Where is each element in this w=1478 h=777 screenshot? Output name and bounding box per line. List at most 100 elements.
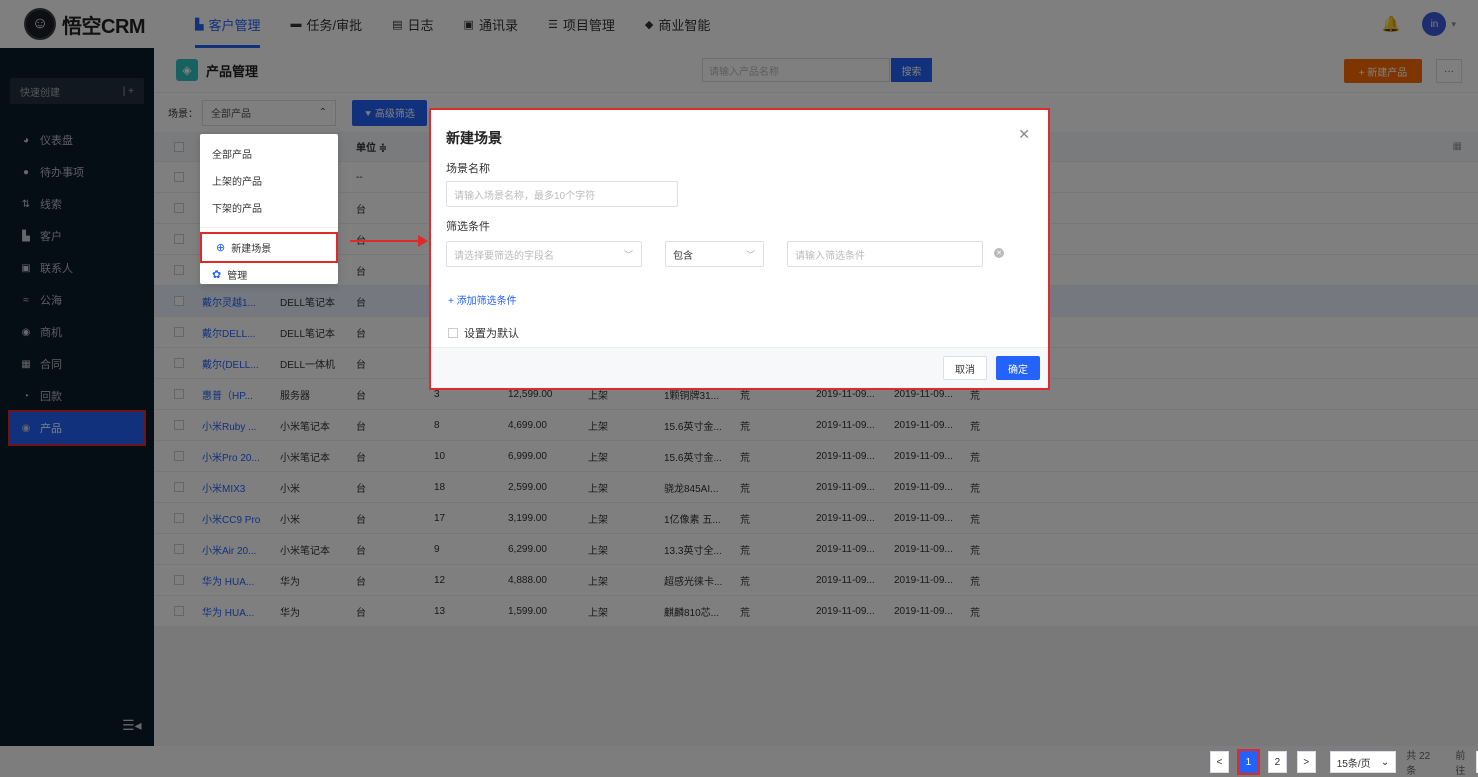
operator-select[interactable]: 包含 ﹀ [665, 241, 764, 267]
select-all-checkbox[interactable] [174, 141, 184, 152]
nav-address-book[interactable]: ▣ 通讯录 [449, 0, 533, 48]
project-icon: ☰ [547, 18, 558, 31]
set-default-row[interactable]: 设置为默认 [448, 325, 519, 341]
chevron-down-icon[interactable]: ▾ [1451, 19, 1456, 30]
condition-value-input[interactable]: 请输入筛选条件 [787, 241, 983, 267]
cell-name[interactable]: 小米Air 20... [202, 542, 280, 557]
search-button[interactable]: 搜索 [891, 58, 932, 82]
row-checkbox[interactable] [174, 482, 184, 492]
row-checkbox[interactable] [174, 389, 184, 399]
nav-project-management[interactable]: ☰ 项目管理 [533, 0, 630, 48]
cell-owner: 荒 [740, 545, 750, 557]
scene-select[interactable]: 全部产品 ⌃ [202, 99, 336, 126]
column-settings-icon[interactable]: ▦ [1453, 141, 1462, 152]
row-checkbox[interactable] [174, 575, 184, 585]
scene-option-off-shelf[interactable]: 下架的产品 [200, 194, 338, 221]
next-page-button[interactable]: > [1296, 751, 1316, 773]
new-product-button[interactable]: + 新建产品 [1344, 59, 1422, 83]
advanced-filter-button[interactable]: ⯆ 高级筛选 [352, 99, 427, 126]
search-input[interactable]: 请输入产品名称 [702, 58, 890, 82]
user-area: 🔔 in ▾ [1382, 12, 1456, 36]
cell-cr: 荒 [970, 421, 980, 433]
table-row[interactable]: 小米Ruby ... 小米笔记本 台 8 4,699.00 上架 15.6英寸金... 荒 20… [154, 410, 1478, 441]
cell-name[interactable]: 小米CC9 Pro [202, 511, 280, 526]
table-row[interactable]: 小米Pro 20... 小米笔记本 台 10 6,999.00 上架 15.6英寸金... 荒… [154, 441, 1478, 472]
page-2[interactable]: 2 [1267, 751, 1287, 773]
cell-name[interactable]: 小米MIX3 [202, 480, 280, 495]
row-checkbox[interactable] [174, 296, 184, 306]
column-header-unit[interactable]: 单位 ≑ [356, 139, 434, 154]
table-row[interactable]: 华为 HUA... 华为 台 13 1,599.00 上架 麒麟810芯... 荒 2019-1… [154, 596, 1478, 627]
table-row[interactable]: 小米Air 20... 小米笔记本 台 9 6,299.00 上架 13.3英寸全... 荒 2… [154, 534, 1478, 565]
scene-option-all[interactable]: 全部产品 [200, 140, 338, 167]
cell-name[interactable]: 惠普（HP... [202, 387, 280, 402]
row-checkbox[interactable] [174, 606, 184, 616]
row-checkbox[interactable] [174, 358, 184, 368]
table-row[interactable]: 华为 HUA... 华为 台 12 4,888.00 上架 超感光徕卡... 荒 2019-11… [154, 565, 1478, 596]
table-row[interactable]: 小米CC9 Pro 小米 台 17 3,199.00 上架 1亿像素 五... 荒 2019-1… [154, 503, 1478, 534]
cell-name[interactable]: 戴尔灵越1... [202, 294, 280, 309]
cell-name[interactable]: 戴尔DELL... [202, 325, 280, 340]
quick-create-button[interactable]: 快速创建 | + [10, 78, 144, 104]
cell-price: 4,888.00 [508, 574, 547, 586]
sidebar-item-public-pool[interactable]: ≈ 公海 [0, 284, 154, 316]
cell-type: 小米 [280, 483, 300, 495]
manage-scene-option[interactable]: ✿ 管理 [200, 261, 338, 288]
nav-log[interactable]: ▤ 日志 [377, 0, 448, 48]
table-row[interactable]: 小米MIX3 小米 台 18 2,599.00 上架 骁龙845AI... 荒 2019-11-… [154, 472, 1478, 503]
bell-icon[interactable]: 🔔 [1382, 15, 1401, 33]
nav-customer-management[interactable]: ▙ 客户管理 [180, 0, 275, 48]
row-checkbox[interactable] [174, 203, 184, 213]
cell-name[interactable]: 戴尔(DELL... [202, 356, 280, 371]
cell-name[interactable]: 华为 HUA... [202, 604, 280, 619]
new-scene-option[interactable]: ⊕ 新建场景 [200, 232, 338, 263]
app-logo[interactable]: ☺ 悟空CRM [24, 8, 164, 40]
cell-name[interactable]: 华为 HUA... [202, 573, 280, 588]
row-checkbox[interactable] [174, 451, 184, 461]
sidebar-item-label: 客户 [40, 231, 62, 243]
avatar[interactable]: in [1422, 12, 1447, 36]
add-condition-link[interactable]: + 添加筛选条件 [448, 292, 517, 307]
sidebar-item-products[interactable]: ◉ 产品 [8, 410, 146, 446]
sidebar-item-leads[interactable]: ⇅ 线索 [0, 188, 154, 220]
page-size-select[interactable]: 15条/页 ⌄ [1329, 751, 1397, 773]
row-checkbox[interactable] [174, 172, 184, 182]
cell-name[interactable]: 小米Ruby ... [202, 418, 280, 433]
cell-name[interactable]: 小米Pro 20... [202, 449, 280, 464]
cell-status: 上架 [588, 607, 608, 619]
collapse-sidebar-icon[interactable]: ☰◂ [122, 717, 142, 734]
sidebar-item-customers[interactable]: ▙ 客户 [0, 220, 154, 252]
cell-code: 12 [434, 574, 446, 586]
row-checkbox[interactable] [174, 420, 184, 430]
scene-name-input[interactable]: 请输入场景名称，最多10个字符 [446, 181, 678, 207]
sidebar-item-opportunities[interactable]: ◉ 商机 [0, 316, 154, 348]
sidebar-item-contacts[interactable]: ▣ 联系人 [0, 252, 154, 284]
row-checkbox[interactable] [174, 234, 184, 244]
sidebar-item-contracts[interactable]: ▦ 合同 [0, 348, 154, 380]
cell-type: DELL一体机 [280, 359, 336, 371]
row-checkbox[interactable] [174, 265, 184, 275]
close-icon[interactable]: ✕ [1018, 126, 1030, 143]
set-default-checkbox[interactable] [448, 328, 458, 338]
remove-condition-icon[interactable]: ✕ [994, 248, 1004, 258]
cell-price: 2,599.00 [508, 481, 547, 493]
nav-tasks-approval[interactable]: ▬ 任务/审批 [275, 0, 377, 48]
sidebar-item-dashboard[interactable]: ◕ 仪表盘 [0, 124, 154, 156]
row-checkbox[interactable] [174, 513, 184, 523]
confirm-button[interactable]: 确定 [996, 356, 1040, 380]
field-select[interactable]: 请选择要筛选的字段名 ﹀ [446, 241, 642, 267]
nav-business-intelligence[interactable]: ◆ 商业智能 [630, 0, 725, 48]
cell-price: 3,199.00 [508, 512, 547, 524]
new-scene-dialog: 新建场景 ✕ 场景名称 请输入场景名称，最多10个字符 筛选条件 请选择要筛选的… [429, 108, 1050, 390]
prev-page-button[interactable]: < [1210, 751, 1229, 773]
more-actions-button[interactable]: ··· [1436, 59, 1462, 83]
row-checkbox[interactable] [174, 544, 184, 554]
scene-name-label: 场景名称 [446, 163, 490, 175]
plus-icon: | + [122, 85, 134, 97]
row-checkbox[interactable] [174, 327, 184, 337]
scene-option-on-shelf[interactable]: 上架的产品 [200, 167, 338, 194]
cancel-button[interactable]: 取消 [943, 356, 987, 380]
sidebar-item-payments[interactable]: ◔ 回款 [0, 380, 154, 412]
sidebar-item-todo[interactable]: ● 待办事项 [0, 156, 154, 188]
page-1[interactable]: 1 [1236, 749, 1260, 775]
